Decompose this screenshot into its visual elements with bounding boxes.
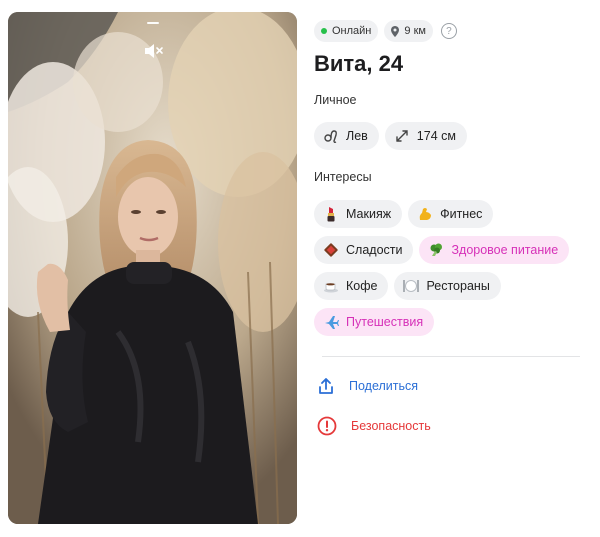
mute-button[interactable] <box>142 42 164 60</box>
online-badge: Онлайн <box>314 20 379 42</box>
personal-chip-zodiac: Лев <box>314 122 379 150</box>
interests-section-label: Интересы <box>314 170 372 184</box>
warning-circle-icon <box>317 416 337 436</box>
flexed-biceps-icon <box>416 205 434 223</box>
interest-chip-label: Здоровое питание <box>451 243 559 257</box>
section-divider <box>322 356 580 357</box>
share-label: Поделиться <box>349 379 419 393</box>
interest-chip-healthy-food: Здоровое питание <box>419 236 570 264</box>
profile-photo[interactable] <box>8 12 297 524</box>
height-arrows-icon <box>393 127 411 145</box>
safety-label: Безопасность <box>351 419 431 433</box>
location-pin-icon <box>391 25 400 37</box>
fork-knife-plate-icon <box>402 277 420 295</box>
interest-chip-label: Фитнес <box>440 207 483 221</box>
interest-chip-travel: Путешествия <box>314 308 435 336</box>
share-button[interactable]: Поделиться <box>317 377 418 395</box>
status-row: Онлайн 9 км ? <box>314 20 580 42</box>
interest-chip-sweets: Сладости <box>314 236 414 264</box>
interest-chip-label: Макияж <box>346 207 392 221</box>
coffee-cup-icon <box>322 277 340 295</box>
chocolate-icon <box>322 241 340 259</box>
broccoli-icon <box>427 241 445 259</box>
story-progress-bar <box>146 22 159 24</box>
leo-zodiac-icon <box>322 127 340 145</box>
personal-chip-height: 174 см <box>384 122 467 150</box>
interest-chips: Макияж Фитнес Сладости Здоровое питание … <box>314 200 580 336</box>
airplane-icon <box>322 313 340 331</box>
interest-chip-label: Сладости <box>346 243 403 257</box>
photo-illustration <box>8 12 297 524</box>
interest-chip-makeup: Макияж <box>314 200 403 228</box>
lipstick-icon <box>322 205 340 223</box>
help-icon[interactable]: ? <box>440 23 457 39</box>
interest-chip-fitness: Фитнес <box>408 200 494 228</box>
interest-chip-coffee: Кофе <box>314 272 389 300</box>
interest-chip-label: Рестораны <box>426 279 490 293</box>
online-label: Онлайн <box>332 25 372 37</box>
profile-info-panel: Онлайн 9 км ? Вита, 24 Личное Лев 174 см… <box>314 20 580 436</box>
share-icon <box>319 378 333 394</box>
interest-chip-restaurants: Рестораны <box>394 272 501 300</box>
distance-badge: 9 км <box>384 20 433 42</box>
personal-section-label: Личное <box>314 93 357 107</box>
profile-name-age: Вита, 24 <box>314 51 404 76</box>
personal-chip-label: Лев <box>346 129 368 143</box>
online-dot-icon <box>321 28 327 34</box>
speaker-muted-icon <box>144 44 163 58</box>
interest-chip-label: Путешествия <box>346 315 424 329</box>
distance-label: 9 км <box>404 25 426 37</box>
personal-chips: Лев 174 см <box>314 122 580 150</box>
personal-chip-label: 174 см <box>416 129 456 143</box>
safety-button[interactable]: Безопасность <box>317 416 431 436</box>
interest-chip-label: Кофе <box>346 279 378 293</box>
